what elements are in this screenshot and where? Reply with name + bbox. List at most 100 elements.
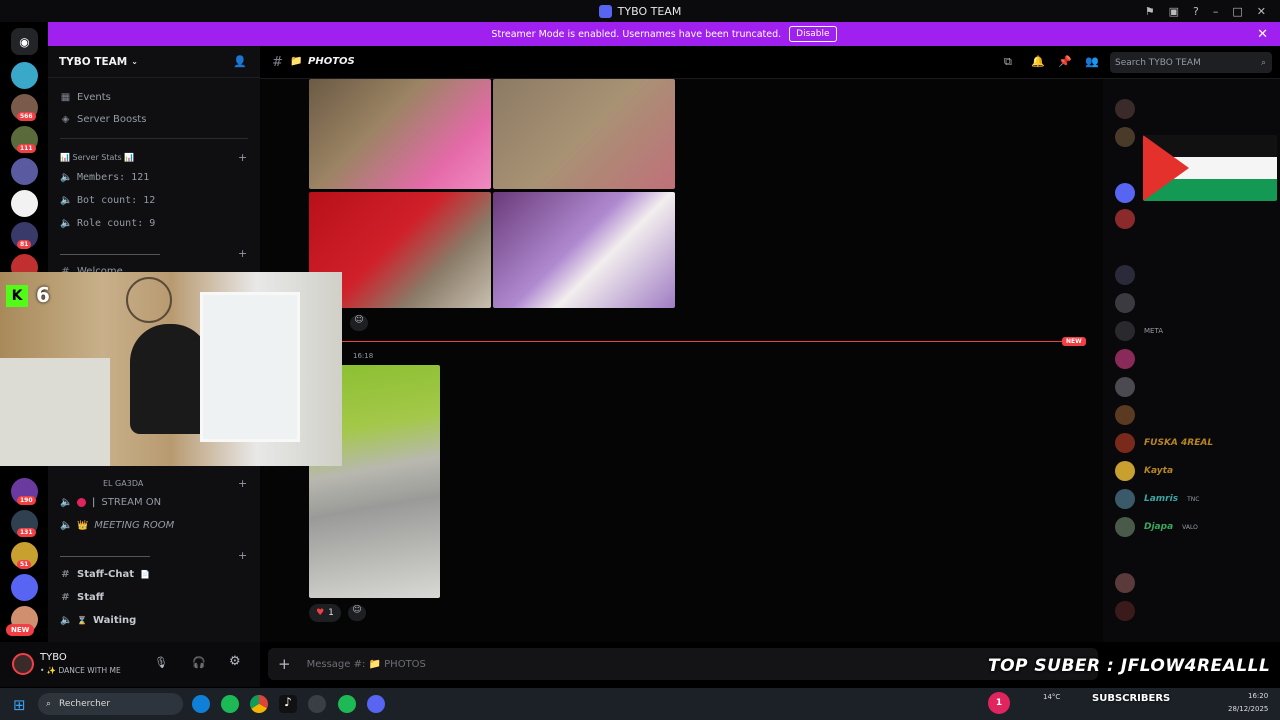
avatar[interactable]: [12, 653, 34, 675]
spotify-icon[interactable]: [221, 695, 239, 713]
member-name: Kayta: [1144, 466, 1174, 476]
tiktok-icon[interactable]: ♪: [279, 695, 297, 713]
category-el-ga3da[interactable]: EL GA3DA: [103, 479, 143, 488]
unread-badge: 51: [17, 560, 32, 569]
reaction-heart[interactable]: ♥ 1: [309, 604, 341, 622]
voice-stream-on[interactable]: 🔈 | STREAM ON: [60, 497, 161, 508]
avatar[interactable]: [1115, 127, 1135, 147]
clock-time[interactable]: 16:20: [1248, 692, 1268, 700]
channel-label: MEETING ROOM: [94, 520, 175, 531]
pin-icon[interactable]: 📌: [1058, 55, 1072, 68]
add-reaction-icon[interactable]: ☺: [348, 605, 366, 621]
streamer-mode-banner: Streamer Mode is enabled. Usernames have…: [48, 22, 1280, 46]
member-item[interactable]: Lamris TNC: [1115, 489, 1199, 509]
windows-start-icon[interactable]: ⊞: [13, 696, 26, 714]
speaker-icon: 🔈: [60, 520, 73, 531]
category-divider: [60, 254, 160, 255]
clock-decoration: [126, 277, 172, 323]
speaker-icon: 🔈: [60, 497, 73, 508]
channel-staff[interactable]: # Staff: [60, 592, 104, 603]
server-icon[interactable]: [11, 574, 38, 601]
cat-photo[interactable]: [493, 192, 675, 308]
server-icon[interactable]: [11, 190, 38, 217]
spotify-icon[interactable]: [338, 695, 356, 713]
channel-role-count[interactable]: 🔈 Role count: 9: [60, 218, 155, 229]
sidebar-item-events[interactable]: ▦ Events: [60, 92, 111, 103]
microphone-icon[interactable]: 🎙: [154, 656, 168, 669]
threads-icon[interactable]: ⧉: [1004, 55, 1012, 69]
maximize-button[interactable]: □: [1232, 5, 1242, 18]
discord-home-icon[interactable]: ◉: [11, 28, 38, 55]
channel-staff-chat[interactable]: # Staff-Chat 📄: [60, 569, 150, 580]
avatar[interactable]: [1115, 349, 1135, 369]
edge-icon[interactable]: [192, 695, 210, 713]
voice-meeting-room[interactable]: 🔈 👑 MEETING ROOM: [60, 520, 174, 531]
add-channel-icon[interactable]: +: [238, 477, 247, 490]
add-channel-icon[interactable]: +: [238, 247, 247, 260]
notification-badge[interactable]: 1: [988, 692, 1010, 714]
channel-members[interactable]: 🔈 Members: 121: [60, 172, 149, 183]
close-icon[interactable]: ✕: [1257, 27, 1268, 42]
screen-icon[interactable]: ▣: [1169, 5, 1179, 18]
disable-button[interactable]: Disable: [789, 26, 837, 42]
channel-label: Bot count: 12: [77, 195, 156, 206]
bell-icon[interactable]: 🔔: [1031, 55, 1045, 68]
taskbar-search[interactable]: ⌕ Rechercher: [38, 693, 183, 715]
server-icon[interactable]: [11, 62, 38, 89]
cat-photo[interactable]: [309, 79, 491, 189]
settings-gear-icon[interactable]: ⚙: [229, 654, 241, 669]
speaker-icon: 🔈: [60, 615, 73, 626]
avatar[interactable]: [1115, 377, 1135, 397]
avatar[interactable]: [1115, 601, 1135, 621]
server-icon[interactable]: [11, 158, 38, 185]
new-label: NEW: [1062, 337, 1086, 346]
attach-plus-icon[interactable]: +: [278, 655, 291, 673]
avatar: [1115, 517, 1135, 537]
avatar[interactable]: [1115, 405, 1135, 425]
member-tag: VALO: [1182, 523, 1198, 531]
category-server-stats[interactable]: 📊 Server Stats 📊: [60, 153, 134, 162]
headphones-icon[interactable]: 🎧: [192, 656, 206, 669]
add-reaction-icon[interactable]: ☺: [350, 315, 368, 331]
obs-icon[interactable]: [308, 695, 326, 713]
message-composer[interactable]: + Message #: 📁 PHOTOS: [268, 648, 1098, 680]
inbox-icon[interactable]: ⚑: [1145, 5, 1155, 18]
cat-photo[interactable]: [493, 79, 675, 189]
channel-bot-count[interactable]: 🔈 Bot count: 12: [60, 195, 155, 206]
avatar[interactable]: [1115, 573, 1135, 593]
chrome-icon[interactable]: [250, 695, 268, 713]
avatar[interactable]: [1115, 293, 1135, 313]
avatar[interactable]: [1115, 183, 1135, 203]
member-list-icon[interactable]: 👥: [1085, 55, 1099, 68]
chevron-down-icon: ⌄: [131, 57, 138, 66]
search-input[interactable]: Search TYBO TEAM ⌕: [1110, 52, 1272, 73]
sidebar-item-label: Events: [77, 92, 111, 103]
member-item[interactable]: FUSKA 4REAL: [1115, 433, 1213, 453]
add-channel-icon[interactable]: +: [238, 549, 247, 562]
member-item[interactable]: Djapa VALO: [1115, 517, 1198, 537]
avatar[interactable]: [1115, 209, 1135, 229]
top-sub-overlay: TOP SUBER : JFLOW4REALLL: [988, 656, 1271, 676]
member-name: Lamris: [1144, 494, 1179, 504]
discord-icon[interactable]: [367, 695, 385, 713]
avatar[interactable]: [1115, 265, 1135, 285]
unread-badge: 111: [17, 144, 36, 153]
member-item[interactable]: Kayta: [1115, 461, 1173, 481]
new-messages-divider: [340, 341, 1082, 342]
close-window-button[interactable]: ✕: [1257, 5, 1266, 18]
unread-badge: 131: [17, 528, 36, 537]
help-icon[interactable]: ?: [1193, 5, 1199, 18]
avatar[interactable]: [1115, 321, 1135, 341]
avatar: [1115, 489, 1135, 509]
minimize-button[interactable]: –: [1213, 5, 1219, 18]
server-header[interactable]: TYBO TEAM ⌄ 👤: [48, 46, 260, 78]
channel-waiting[interactable]: 🔈 ⌛ Waiting: [60, 615, 136, 626]
avatar[interactable]: [1115, 99, 1135, 119]
clock-date[interactable]: 28/12/2025: [1228, 705, 1268, 713]
sidebar-item-server-boosts[interactable]: ◈ Server Boosts: [60, 114, 147, 125]
add-member-icon[interactable]: 👤: [233, 55, 247, 68]
add-channel-icon[interactable]: +: [238, 151, 247, 164]
member-list: META FUSKA 4REAL Kayta Lamris TNC Djapa …: [1103, 79, 1280, 642]
weather-label[interactable]: 14°C: [1043, 693, 1060, 701]
folder-icon: 📁: [290, 56, 303, 67]
